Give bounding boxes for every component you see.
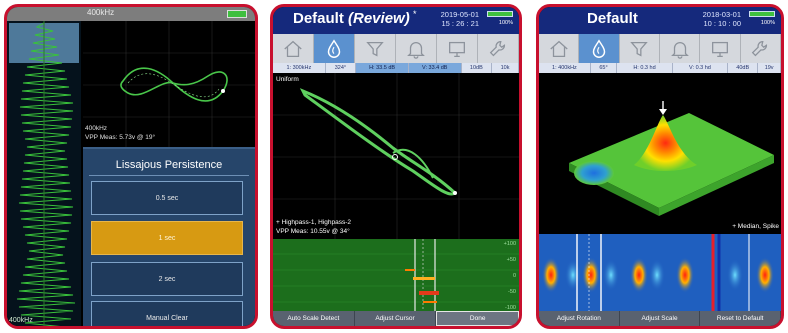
main-toolbar bbox=[273, 34, 519, 63]
status-db[interactable]: 40dB bbox=[728, 63, 759, 73]
option-0-5-sec[interactable]: 0.5 sec bbox=[91, 181, 243, 215]
alarm-bell-icon[interactable] bbox=[396, 34, 437, 63]
adjust-cursor-button[interactable]: Adjust Cursor bbox=[355, 311, 437, 326]
page-title: Default (Review) bbox=[293, 10, 410, 27]
wrench-icon[interactable] bbox=[478, 34, 519, 63]
status-sample[interactable]: 10k bbox=[492, 63, 519, 73]
home-icon[interactable] bbox=[273, 34, 314, 63]
impedance-plot[interactable]: Uniform + Highpass-1, Highpass-2 VPP Mea… bbox=[273, 73, 519, 239]
date-time: 2018-03-01 10 : 10 : 00 bbox=[702, 10, 741, 28]
status-rotation[interactable]: 324° bbox=[326, 63, 357, 73]
strip-frequency-label: 400kHz bbox=[9, 317, 33, 324]
strip-chart[interactable]: +100 +50 0 -50 -100 bbox=[273, 239, 519, 317]
reset-to-default-button[interactable]: Reset to Default bbox=[700, 311, 781, 326]
battery-icon bbox=[487, 11, 513, 17]
battery-percent: 100% bbox=[760, 20, 775, 26]
top-status-bar: 400kHz bbox=[7, 7, 255, 21]
display-icon[interactable] bbox=[437, 34, 478, 63]
strip-y-tick: +100 bbox=[503, 241, 516, 247]
done-button[interactable]: Done bbox=[436, 311, 519, 326]
battery-icon bbox=[749, 11, 775, 17]
page-title: Default bbox=[587, 10, 638, 27]
device-lissajous-persistence: 400kHz 400kHz 400kHz VPP Meas: 5.73v @ 1… bbox=[4, 4, 258, 329]
vpp-measurement: VPP Meas: 10.55v @ 34° bbox=[276, 228, 350, 235]
bottom-action-bar: Adjust Rotation Adjust Scale Reset to De… bbox=[539, 311, 781, 326]
wrench-icon[interactable] bbox=[741, 34, 781, 63]
persistence-menu: Lissajous Persistence 0.5 sec 1 sec 2 se… bbox=[83, 147, 255, 326]
main-toolbar bbox=[539, 34, 781, 63]
alarm-bell-icon[interactable] bbox=[660, 34, 701, 63]
status-frequency[interactable]: 1: 300kHz bbox=[273, 63, 326, 73]
filter-info: + Median, Spike bbox=[732, 223, 779, 230]
status-h-gain[interactable]: H: 0.3 hd bbox=[617, 63, 673, 73]
strip-trace bbox=[16, 21, 76, 326]
filter-info: + Highpass-1, Highpass-2 bbox=[276, 219, 351, 226]
home-icon[interactable] bbox=[539, 34, 580, 63]
device-review: Default (Review) * 2019-05-01 15 : 26 : 2… bbox=[270, 4, 522, 329]
header-bar: Default (Review) * 2019-05-01 15 : 26 : 2… bbox=[273, 7, 519, 34]
status-h-gain[interactable]: H: 33.5 dB bbox=[356, 63, 409, 73]
strip-signal bbox=[542, 234, 774, 317]
status-bar: 1: 400kHz 65° H: 0.3 hd V: 0.3 hd 40dB 1… bbox=[539, 63, 781, 73]
impedance-grid bbox=[273, 73, 519, 239]
strip-chart[interactable] bbox=[539, 234, 781, 317]
probe-icon[interactable] bbox=[314, 34, 355, 63]
display-icon[interactable] bbox=[700, 34, 741, 63]
bottom-action-bar: Auto Scale Detect Adjust Cursor Done bbox=[273, 311, 519, 326]
auto-scale-detect-button[interactable]: Auto Scale Detect bbox=[273, 311, 355, 326]
strip-y-tick: -50 bbox=[508, 289, 516, 295]
unsaved-mark: * bbox=[413, 9, 417, 19]
menu-title: Lissajous Persistence bbox=[115, 159, 223, 171]
option-1-sec[interactable]: 1 sec bbox=[91, 221, 243, 255]
status-v-gain[interactable]: V: 0.3 hd bbox=[673, 63, 729, 73]
menu-divider bbox=[89, 175, 249, 176]
status-voltage[interactable]: 19v bbox=[758, 63, 781, 73]
3d-surface bbox=[569, 101, 774, 216]
frequency-label: 400kHz bbox=[87, 8, 115, 17]
filter-icon[interactable] bbox=[355, 34, 396, 63]
battery-percent: 100% bbox=[498, 20, 513, 26]
status-v-gain[interactable]: V: 33.4 dB bbox=[408, 63, 462, 73]
status-bar: 1: 300kHz 324° H: 33.5 dB V: 33.4 dB 10d… bbox=[273, 63, 519, 73]
status-rotation[interactable]: 65° bbox=[591, 63, 618, 73]
lissajous-grid bbox=[83, 21, 255, 149]
strip-y-tick: +50 bbox=[506, 257, 516, 263]
date-time: 2019-05-01 15 : 26 : 21 bbox=[440, 10, 479, 28]
strip-y-tick: 0 bbox=[512, 273, 516, 279]
probe-icon[interactable] bbox=[579, 34, 620, 63]
plot-mode-label: Uniform bbox=[276, 76, 299, 83]
review-label: (Review) bbox=[348, 10, 410, 27]
status-db[interactable]: 10dB bbox=[462, 63, 493, 73]
option-manual-clear[interactable]: Manual Clear bbox=[91, 301, 243, 326]
device-3d-view: Default 2018-03-01 10 : 10 : 00 100% 1: 4… bbox=[536, 4, 784, 329]
option-2-sec[interactable]: 2 sec bbox=[91, 262, 243, 296]
header-bar: Default 2018-03-01 10 : 10 : 00 100% bbox=[539, 7, 781, 34]
strip-chart[interactable]: 400kHz bbox=[7, 21, 81, 326]
vpp-measurement: VPP Meas: 5.73v @ 19° bbox=[85, 134, 156, 141]
adjust-scale-button[interactable]: Adjust Scale bbox=[620, 311, 701, 326]
lissajous-frequency: 400kHz bbox=[85, 125, 108, 132]
3d-surface-plot[interactable]: + Median, Spike bbox=[539, 73, 781, 234]
lissajous-plot[interactable]: 400kHz VPP Meas: 5.73v @ 19° bbox=[83, 21, 255, 149]
strip-signal bbox=[273, 239, 519, 317]
status-frequency[interactable]: 1: 400kHz bbox=[539, 63, 591, 73]
filter-icon[interactable] bbox=[620, 34, 660, 63]
battery-icon bbox=[227, 10, 247, 18]
adjust-rotation-button[interactable]: Adjust Rotation bbox=[539, 311, 620, 326]
